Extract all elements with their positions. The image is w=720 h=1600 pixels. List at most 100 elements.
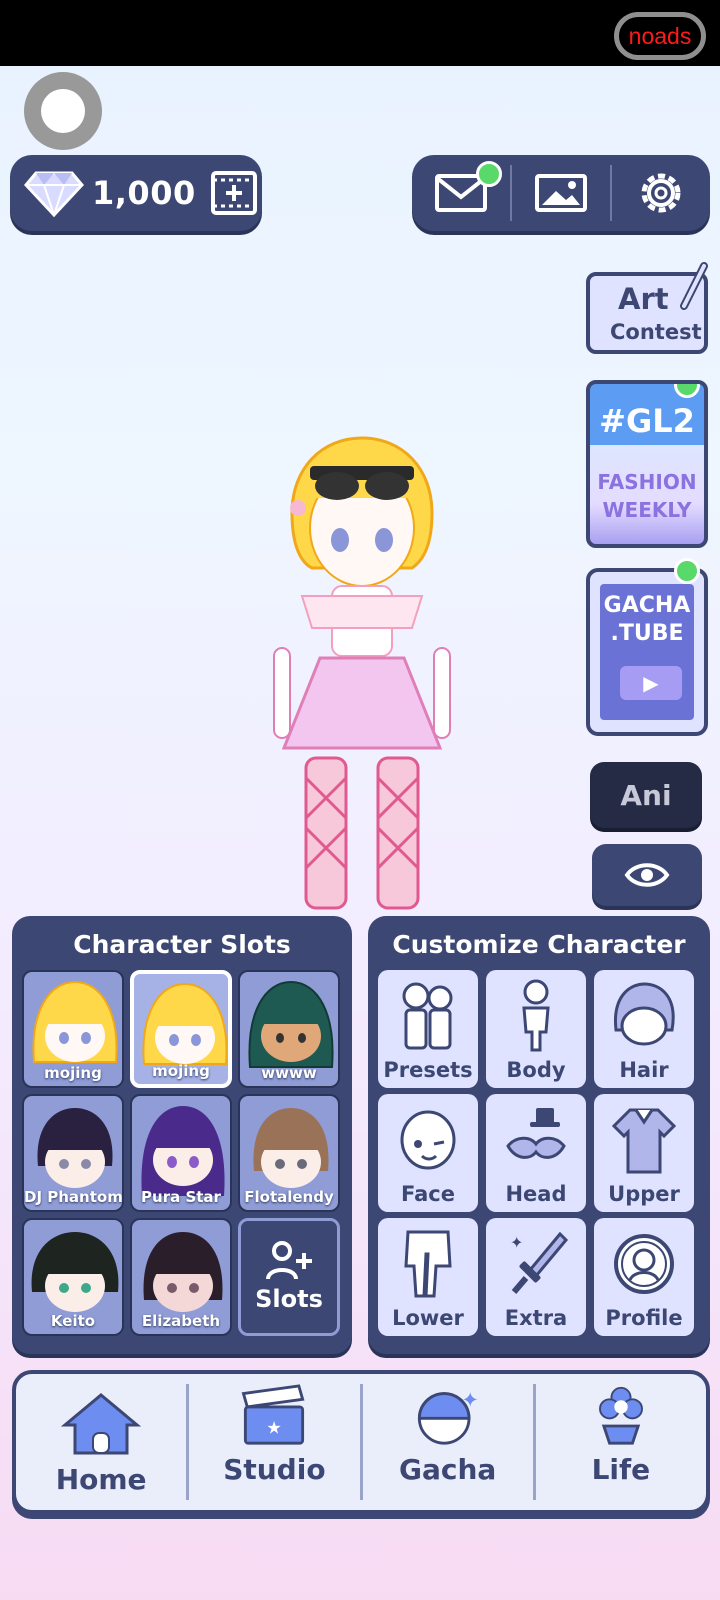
slot-name: mojing (152, 1062, 210, 1080)
top-action-bar (412, 155, 710, 231)
gacha-tube-title: GACHA .TUBE (590, 592, 704, 648)
hair-icon (614, 982, 675, 1046)
presets-button[interactable]: Presets (378, 970, 478, 1088)
mail-button[interactable] (412, 155, 510, 231)
add-gems-icon[interactable] (210, 170, 258, 216)
floating-menu-button[interactable] (24, 72, 102, 150)
play-icon: ▶ (620, 666, 682, 700)
character-slot-selected[interactable]: mojing (130, 970, 232, 1088)
add-user-icon (266, 1241, 312, 1280)
character-slots-title: Character Slots (73, 930, 291, 959)
noads-button[interactable]: noads (614, 12, 706, 60)
art-contest-card[interactable]: Art Contest (586, 262, 708, 354)
diamond-icon (24, 171, 84, 217)
gem-counter: 1,000 (10, 155, 262, 231)
art-contest-title: Art (618, 282, 669, 316)
hair-button[interactable]: Hair (594, 970, 694, 1088)
hair-label: Hair (619, 1058, 669, 1082)
upper-button[interactable]: Upper (594, 1094, 694, 1212)
lower-label: Lower (392, 1306, 464, 1330)
character-slot[interactable]: wwww (238, 970, 340, 1088)
head-label: Head (505, 1182, 567, 1206)
slot-name: Elizabeth (141, 1312, 221, 1330)
slot-name: wwww (261, 1064, 317, 1082)
character-slot[interactable]: Keito (22, 1218, 124, 1336)
gallery-button[interactable] (512, 155, 610, 231)
gl2-fashion-weekly-card[interactable]: #GL2 FASHION WEEKLY (586, 380, 708, 548)
customize-title: Customize Character (392, 930, 686, 959)
flower-icon (598, 1386, 643, 1445)
extra-label: Extra (504, 1306, 568, 1330)
character-preview[interactable] (262, 418, 462, 918)
lower-button[interactable]: Lower (378, 1218, 478, 1336)
nav-gacha-label: Gacha (398, 1453, 497, 1486)
slot-name: Pura Star (141, 1188, 221, 1206)
slot-name: DJ Phantom (24, 1188, 123, 1206)
add-slots-button[interactable]: Slots (238, 1218, 340, 1336)
profile-button[interactable]: Profile (594, 1218, 694, 1336)
customize-character-panel: Customize Character Presets Body Hair Fa… (368, 916, 710, 1354)
character-slot[interactable]: mojing (22, 970, 124, 1088)
character-slot[interactable]: Flotalendy (238, 1094, 340, 1212)
shirt-icon (612, 1108, 676, 1174)
settings-button[interactable] (612, 155, 710, 231)
character-slots-panel: Character Slots mojing mojing wwww DJ Ph… (12, 916, 352, 1354)
notification-dot (674, 384, 700, 398)
bottom-navigation: Home ★ Studio ✦ Gacha Life (12, 1370, 710, 1514)
extra-button[interactable]: ✦ Extra (486, 1218, 586, 1336)
nav-studio[interactable]: ★ Studio (186, 1384, 359, 1500)
upper-label: Upper (608, 1182, 680, 1206)
character-slot[interactable]: Pura Star (130, 1094, 232, 1212)
notification-dot (476, 161, 502, 187)
nav-gacha[interactable]: ✦ Gacha (359, 1384, 533, 1500)
sword-icon: ✦ (510, 1231, 568, 1294)
nav-life[interactable]: Life (532, 1384, 706, 1500)
svg-text:★: ★ (267, 1419, 282, 1439)
nav-home[interactable]: Home (16, 1374, 186, 1510)
gacha-tube-card[interactable]: GACHA .TUBE ▶ (586, 558, 708, 736)
add-slots-label: Slots (255, 1285, 323, 1313)
art-contest-subtitle: Contest (610, 320, 702, 344)
nav-home-label: Home (55, 1463, 147, 1496)
status-bar: noads (0, 0, 720, 66)
gacha-tube-line1: GACHA (603, 593, 691, 618)
gl2-title: #GL2 (599, 402, 695, 440)
gear-icon (641, 173, 681, 213)
profile-icon (614, 1234, 674, 1294)
pants-icon (404, 1230, 452, 1298)
slot-name: Flotalendy (244, 1188, 334, 1206)
image-icon (535, 174, 587, 212)
body-label: Body (506, 1058, 566, 1082)
gl2-line3: WEEKLY (602, 498, 692, 522)
character-slot[interactable]: DJ Phantom (22, 1094, 124, 1212)
gem-amount: 1,000 (92, 174, 196, 212)
presets-icon (402, 982, 453, 1050)
presets-label: Presets (383, 1058, 473, 1082)
slot-name: Keito (50, 1312, 96, 1330)
nav-life-label: Life (591, 1453, 651, 1486)
pencil-icon (680, 262, 708, 310)
face-icon (400, 1110, 456, 1170)
view-button[interactable] (592, 844, 702, 906)
house-icon (61, 1393, 142, 1455)
clapperboard-icon: ★ (241, 1384, 305, 1445)
gacha-ball-icon: ✦ (417, 1388, 479, 1445)
notification-dot (674, 558, 700, 584)
body-icon (522, 979, 550, 1052)
gacha-tube-line2: .TUBE (610, 621, 684, 646)
svg-text:✦: ✦ (510, 1233, 523, 1252)
body-button[interactable]: Body (486, 970, 586, 1088)
ani-button[interactable]: Ani (590, 762, 702, 828)
character-slot[interactable]: Elizabeth (130, 1218, 232, 1336)
face-label: Face (401, 1182, 455, 1206)
svg-text:✦: ✦ (461, 1388, 479, 1412)
head-button[interactable]: Head (486, 1094, 586, 1212)
nav-studio-label: Studio (223, 1453, 326, 1486)
profile-label: Profile (605, 1306, 683, 1330)
head-accessory-icon (506, 1108, 566, 1159)
gl2-subtitle: FASHION WEEKLY (590, 468, 704, 524)
face-button[interactable]: Face (378, 1094, 478, 1212)
gl2-line2: FASHION (597, 470, 697, 494)
eye-icon (624, 863, 670, 887)
slot-name: mojing (44, 1064, 102, 1082)
